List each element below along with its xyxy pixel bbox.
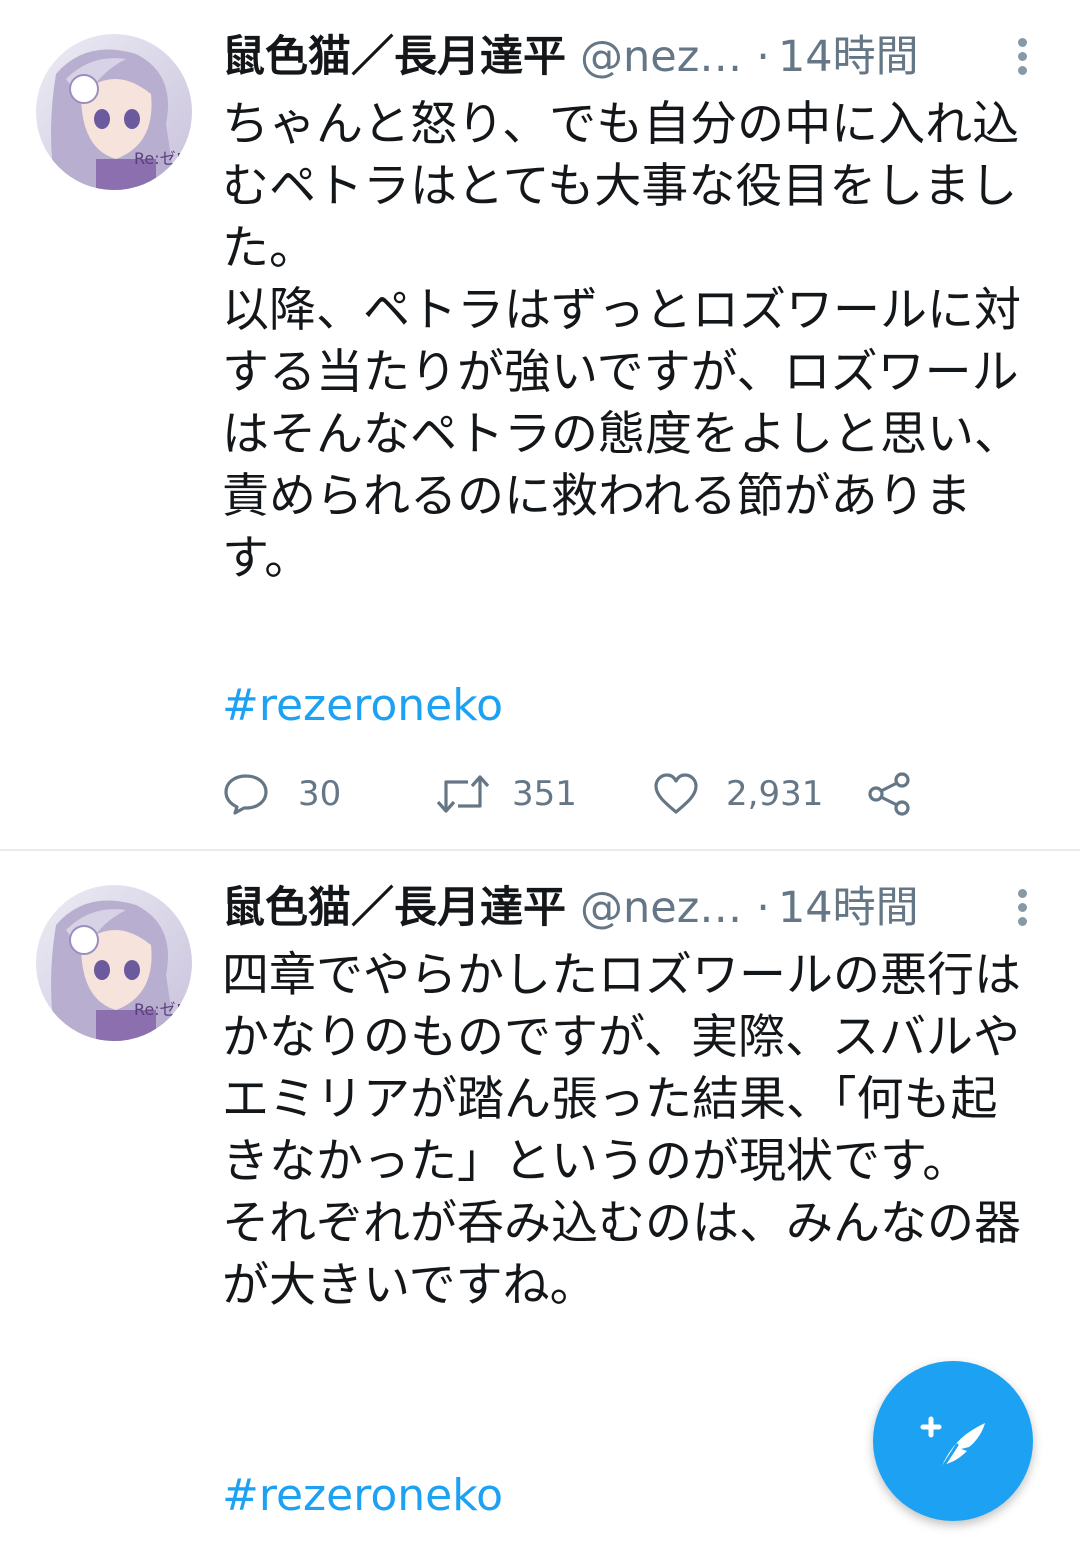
- user-handle[interactable]: @nez…: [580, 883, 742, 933]
- tweet-paragraph: 四章でやらかしたロズワールの悪行はかなりのものですが、実際、スバルやエミリアが踏…: [222, 948, 1021, 1189]
- tweet-header: 鼠色猫／長月達平 @nez… · 14時間: [222, 873, 1002, 943]
- avatar-logo-text: Re:ゼロ: [134, 1000, 192, 1019]
- tweet-text: ちゃんと怒り、でも自分の中に入れ込むペトラはとても大事な役目をしました。 以降、…: [222, 94, 1022, 590]
- avatar-image: Re:ゼロ: [36, 34, 192, 190]
- tweet-paragraph: 以降、ペトラはずっとロズワールに対する当たりが強いですが、ロズワールはそんなペト…: [222, 283, 1021, 586]
- hashtag-link[interactable]: #rezeroneko: [222, 675, 503, 737]
- share-icon: [868, 772, 910, 816]
- display-name[interactable]: 鼠色猫／長月達平: [222, 883, 566, 933]
- user-handle[interactable]: @nez…: [580, 32, 742, 82]
- retweet-count: 351: [512, 774, 577, 814]
- reply-icon: [224, 774, 268, 815]
- more-vertical-icon[interactable]: [1008, 34, 1036, 78]
- tweet[interactable]: Re:ゼロ 鼠色猫／長月達平 @nez… · 14時間 ちゃんと怒り、でも自分の中に入…: [0, 0, 1080, 850]
- more-vertical-icon[interactable]: [1008, 885, 1036, 929]
- hashtag-link[interactable]: #rezeroneko: [222, 1465, 503, 1527]
- reply-count: 30: [298, 774, 342, 814]
- tweet-header: 鼠色猫／長月達平 @nez… · 14時間: [222, 22, 1002, 92]
- like-count: 2,931: [726, 774, 824, 814]
- compose-tweet-icon: [920, 1416, 985, 1475]
- tweet-text: 四章でやらかしたロズワールの悪行はかなりのものですが、実際、スバルやエミリアが踏…: [222, 945, 1022, 1317]
- timestamp[interactable]: 14時間: [778, 32, 919, 82]
- avatar-logo-text: Re:ゼロ: [134, 149, 192, 168]
- heart-icon: [654, 773, 698, 814]
- separator-dot: ·: [756, 883, 770, 933]
- compose-tweet-button[interactable]: [873, 1361, 1033, 1521]
- display-name[interactable]: 鼠色猫／長月達平: [222, 32, 566, 82]
- avatar-image: Re:ゼロ: [36, 885, 192, 1041]
- timestamp[interactable]: 14時間: [778, 883, 919, 933]
- separator-dot: ·: [756, 32, 770, 82]
- tweet-paragraph: ちゃんと怒り、でも自分の中に入れ込むペトラはとても大事な役目をしました。: [222, 97, 1020, 276]
- tweet-actions: 30 351 2,931: [222, 766, 1022, 822]
- avatar[interactable]: Re:ゼロ: [36, 34, 192, 190]
- retweet-icon: [436, 775, 490, 813]
- tweet-paragraph: それぞれが呑み込むのは、みんなの器が大きいですね。: [222, 1196, 1021, 1313]
- avatar[interactable]: Re:ゼロ: [36, 885, 192, 1041]
